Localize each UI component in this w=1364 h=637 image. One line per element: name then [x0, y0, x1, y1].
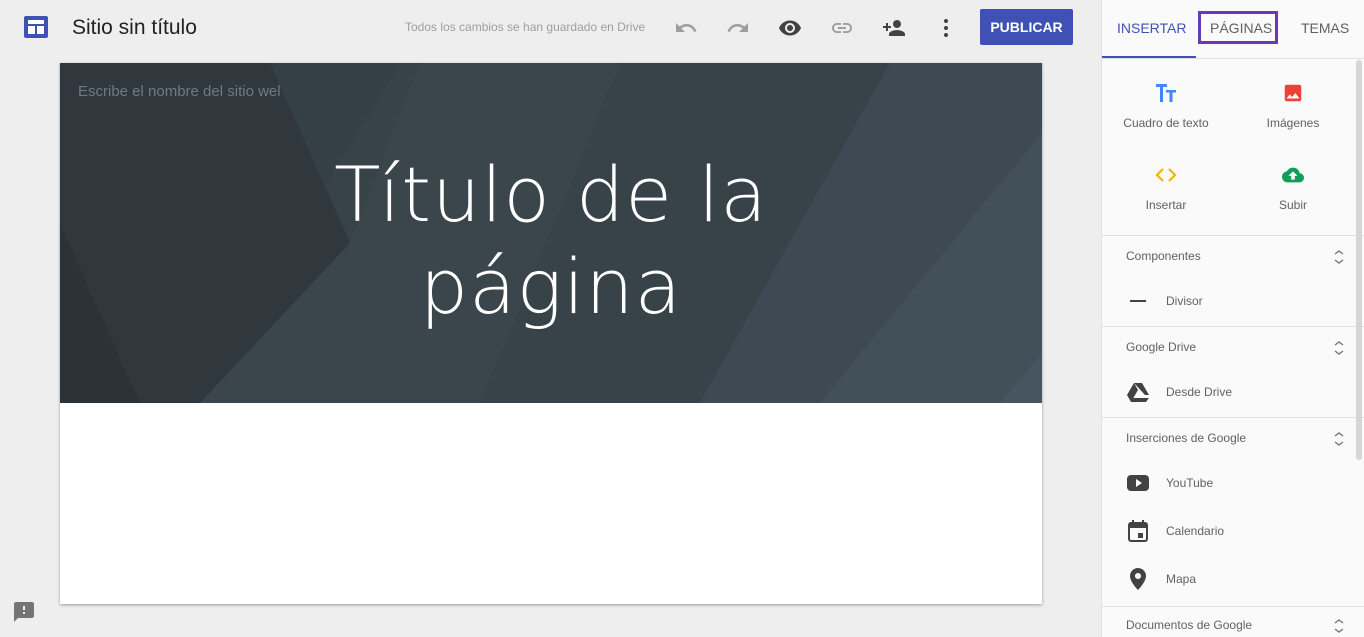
drive-icon [1126, 380, 1150, 404]
list-item-youtube[interactable]: YouTube [1126, 469, 1346, 497]
preview-icon[interactable] [778, 16, 802, 40]
redo-icon[interactable] [726, 16, 750, 40]
list-item-mapa[interactable]: Mapa [1126, 565, 1346, 593]
link-icon[interactable] [830, 16, 854, 40]
save-status: Todos los cambios se han guardado en Dri… [405, 20, 646, 34]
insert-images[interactable]: Imágenes [1233, 80, 1353, 130]
text-box-icon [1106, 80, 1226, 106]
list-item-calendario[interactable]: Calendario [1126, 517, 1346, 545]
section-title-google-drive[interactable]: Google Drive [1126, 340, 1196, 354]
tab-insertar[interactable]: INSERTAR [1117, 20, 1187, 36]
list-item-label: Desde Drive [1166, 385, 1233, 399]
more-icon[interactable] [934, 16, 958, 40]
list-item-label: YouTube [1166, 476, 1214, 490]
section-divider [1102, 606, 1364, 607]
site-title[interactable]: Sitio sin título [72, 16, 197, 40]
embed-icon [1106, 162, 1226, 188]
collapse-icon[interactable] [1332, 340, 1346, 356]
page-title-line-1: Título de la [334, 150, 768, 239]
section-divider [1102, 326, 1364, 327]
page-canvas: Escribe el nombre del sitio wel Título d… [60, 63, 1042, 604]
tab-highlight-box [1198, 11, 1278, 44]
insert-upload[interactable]: Subir [1233, 162, 1353, 212]
collapse-icon[interactable] [1332, 618, 1346, 634]
collapse-icon[interactable] [1332, 249, 1346, 265]
youtube-icon [1126, 471, 1150, 495]
page-title[interactable]: Título de la página [60, 149, 1042, 333]
site-name-input[interactable]: Escribe el nombre del sitio wel [78, 83, 281, 100]
publish-button[interactable]: PUBLICAR [980, 9, 1073, 45]
feedback-icon[interactable] [12, 600, 36, 624]
upload-icon [1233, 162, 1353, 188]
share-icon[interactable] [882, 16, 906, 40]
section-title-componentes[interactable]: Componentes [1126, 249, 1201, 263]
hero-header[interactable]: Escribe el nombre del sitio wel Título d… [60, 63, 1042, 403]
section-title-inserciones-google[interactable]: Inserciones de Google [1126, 431, 1246, 445]
panel-scrollbar[interactable] [1356, 60, 1362, 460]
insert-text-box-label: Cuadro de texto [1123, 116, 1209, 130]
section-divider [1102, 235, 1364, 236]
page-title-line-2: página [419, 242, 683, 331]
site-logo-icon[interactable] [24, 16, 48, 38]
section-divider [1102, 417, 1364, 418]
section-title-documentos-google[interactable]: Documentos de Google [1126, 618, 1252, 632]
insert-upload-label: Subir [1278, 198, 1307, 212]
list-item-label: Divisor [1166, 294, 1203, 308]
insert-text-box[interactable]: Cuadro de texto [1106, 80, 1226, 130]
collapse-icon[interactable] [1332, 431, 1346, 447]
insert-panel: INSERTAR PÁGINAS TEMAS Cuadro de texto I… [1101, 0, 1364, 637]
tab-temas[interactable]: TEMAS [1301, 20, 1349, 36]
panel-tabs: INSERTAR PÁGINAS TEMAS [1102, 0, 1364, 59]
calendar-icon [1126, 519, 1150, 543]
list-item-label: Calendario [1166, 524, 1225, 538]
insert-images-label: Imágenes [1266, 116, 1320, 130]
list-item-desde-drive[interactable]: Desde Drive [1126, 378, 1346, 406]
undo-icon[interactable] [674, 16, 698, 40]
image-icon [1233, 80, 1353, 106]
insert-embed[interactable]: Insertar [1106, 162, 1226, 212]
divider-icon [1126, 289, 1150, 313]
active-tab-indicator [1102, 56, 1196, 58]
list-item-label: Mapa [1166, 572, 1197, 586]
insert-embed-label: Insertar [1145, 198, 1187, 212]
list-item-divisor[interactable]: Divisor [1126, 287, 1346, 315]
map-pin-icon [1126, 567, 1150, 591]
